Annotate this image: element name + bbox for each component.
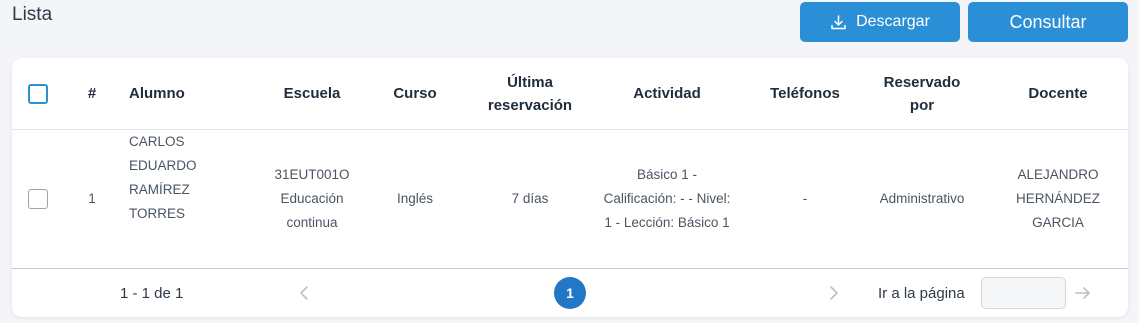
column-header-alumno[interactable]: Alumno — [129, 58, 239, 129]
download-icon — [830, 14, 847, 31]
goto-page-input[interactable] — [981, 277, 1066, 309]
goto-page-label: Ir a la página — [878, 284, 965, 302]
column-header-curso[interactable]: Curso — [375, 58, 455, 129]
column-header-telefonos[interactable]: Teléfonos — [760, 58, 850, 129]
download-button-label: Descargar — [856, 13, 930, 30]
cell-alumno: CARLOS EDUARDO RAMÍREZ TORRES — [129, 134, 197, 221]
table-header: # Alumno Escuela Curso Última reservació… — [12, 58, 1128, 130]
results-table: # Alumno Escuela Curso Última reservació… — [12, 58, 1128, 317]
cell-curso: Inglés — [396, 191, 434, 206]
cell-telefonos: - — [802, 191, 808, 206]
column-header-ultima-reservacion[interactable]: Última reservación — [460, 58, 600, 129]
cell-reservado-por: Administrativo — [879, 191, 965, 206]
column-header-reservado-por[interactable]: Reservado por — [862, 58, 982, 129]
select-all-checkbox[interactable] — [28, 83, 48, 104]
cell-ultima-reservacion: 7 días — [511, 191, 549, 206]
row-number: 1 — [88, 191, 96, 206]
pagination-bar: 1 - 1 de 1 1 Ir a la página — [12, 268, 1128, 317]
row-checkbox[interactable] — [28, 189, 48, 209]
arrow-right-icon[interactable] — [1072, 282, 1094, 304]
page-button-current[interactable]: 1 — [554, 277, 586, 309]
query-button[interactable]: Consultar — [968, 2, 1128, 42]
pagination-range: 1 - 1 de 1 — [120, 284, 184, 302]
column-header-actividad[interactable]: Actividad — [587, 58, 747, 129]
page-title: Lista — [12, 4, 53, 25]
cell-escuela: 31EUT001O Educación continua — [274, 167, 350, 230]
download-button[interactable]: Descargar — [800, 2, 960, 42]
chevron-right-icon[interactable] — [824, 282, 844, 304]
table-row[interactable]: 1 CARLOS EDUARDO RAMÍREZ TORRES 31EUT001… — [12, 130, 1128, 268]
cell-actividad: Básico 1 - Calificación: - - Nivel: 1 - … — [603, 167, 731, 230]
cell-docente: ALEJANDRO HERNÁNDEZ GARCIA — [1015, 167, 1100, 230]
column-header-number: # — [87, 85, 97, 102]
column-header-docente[interactable]: Docente — [1008, 58, 1108, 129]
column-header-escuela[interactable]: Escuela — [257, 58, 367, 129]
chevron-left-icon[interactable] — [294, 282, 314, 304]
